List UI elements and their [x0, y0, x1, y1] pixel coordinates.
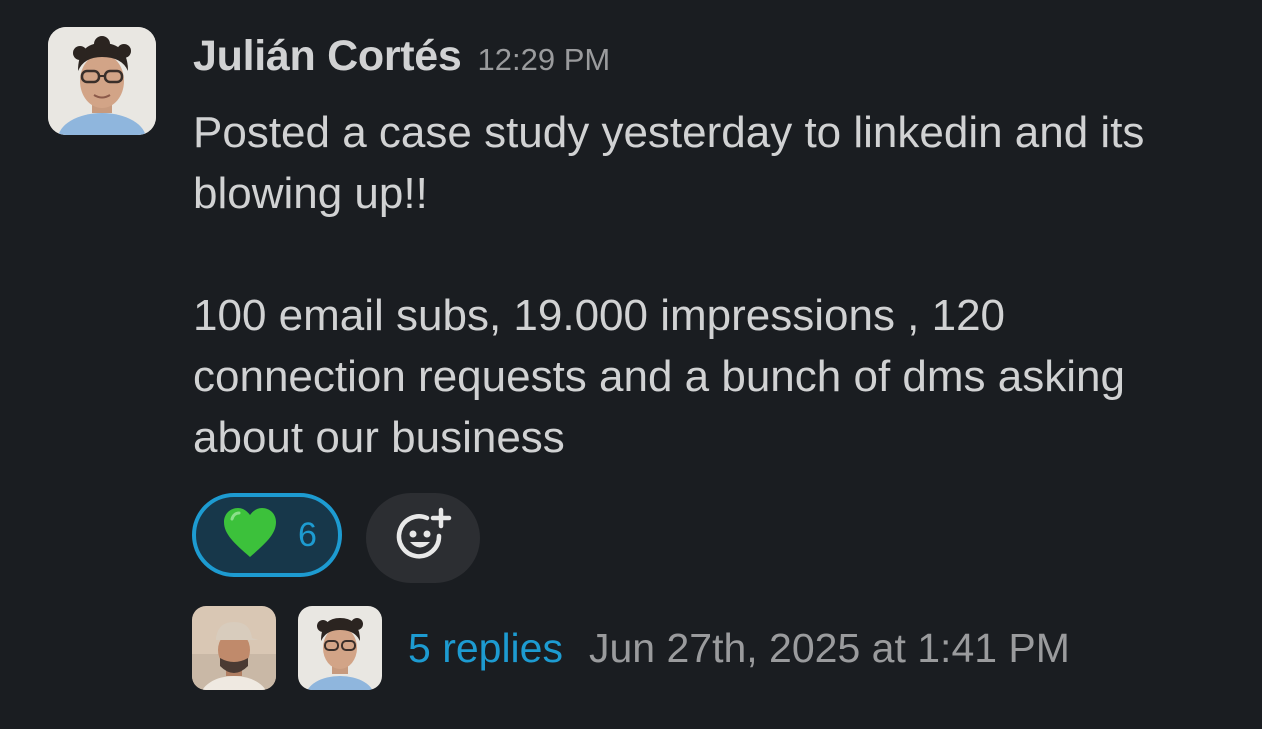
thread-summary[interactable]: 5 replies Jun 27th, 2025 at 1:41 PM — [192, 606, 1070, 690]
reply-avatar — [192, 606, 276, 690]
add-reaction-icon — [393, 506, 453, 571]
message-body: Posted a case study yesterday to linkedi… — [193, 102, 1223, 468]
message-timestamp[interactable]: 12:29 PM — [478, 42, 611, 78]
reaction-green-heart[interactable]: 6 — [192, 493, 342, 577]
message-content: Julián Cortés 12:29 PM Posted a case stu… — [193, 32, 1233, 468]
reactions-bar: 6 — [192, 493, 480, 583]
last-reply-timestamp: Jun 27th, 2025 at 1:41 PM — [588, 624, 1070, 671]
reply-avatar — [298, 606, 382, 690]
message-paragraph: 100 email subs, 19.000 impressions , 120… — [193, 291, 1125, 462]
message-header: Julián Cortés 12:29 PM — [193, 32, 1233, 90]
replies-link[interactable]: 5 replies — [408, 625, 563, 672]
green-heart-icon — [222, 507, 278, 564]
sender-avatar[interactable] — [48, 27, 156, 135]
sender-name[interactable]: Julián Cortés — [193, 32, 462, 81]
message-paragraph: Posted a case study yesterday to linkedi… — [193, 108, 1145, 218]
reaction-count: 6 — [298, 515, 317, 554]
add-reaction-button[interactable] — [366, 493, 480, 583]
message: Julián Cortés 12:29 PM Posted a case stu… — [0, 0, 1262, 729]
